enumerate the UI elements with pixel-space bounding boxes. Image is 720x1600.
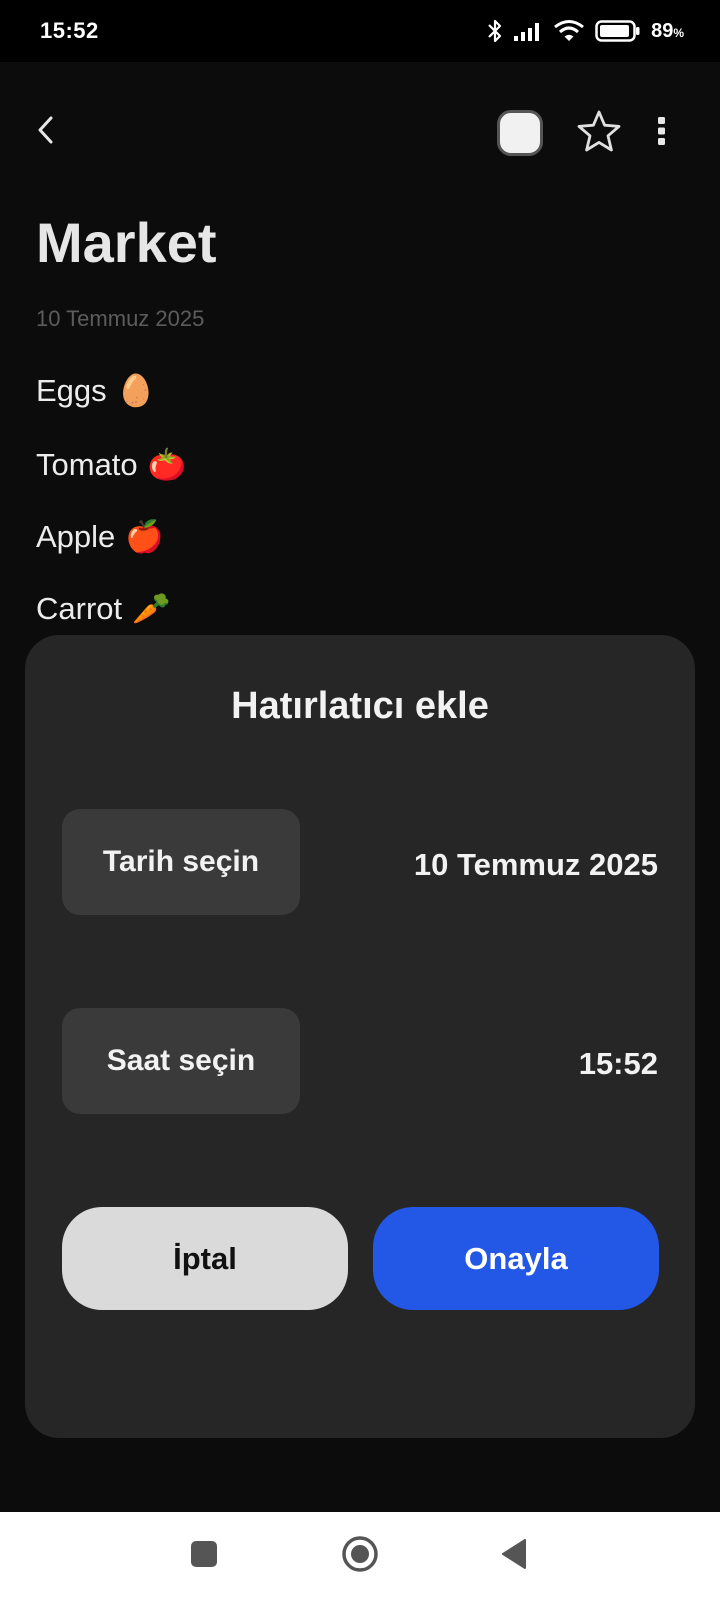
note-line-text: Apple xyxy=(36,518,116,554)
back-triangle-icon xyxy=(500,1538,528,1575)
more-vert-icon xyxy=(657,116,667,151)
recents-square-icon xyxy=(190,1540,218,1573)
back-arrow-icon xyxy=(35,114,57,151)
back-button[interactable] xyxy=(26,112,66,152)
app-bar xyxy=(0,100,720,164)
note-line-text: Eggs xyxy=(36,372,107,408)
nav-back-button[interactable] xyxy=(490,1532,538,1580)
battery-unit: % xyxy=(673,25,684,40)
home-button[interactable] xyxy=(336,1532,384,1580)
selected-time-value: 15:52 xyxy=(578,1046,658,1081)
note-title[interactable]: Market xyxy=(36,210,217,275)
status-bar: 15:52 89% xyxy=(0,0,720,62)
recents-button[interactable] xyxy=(180,1532,228,1580)
battery-percent: 89% xyxy=(651,20,684,43)
dialog-title: Hatırlatıcı ekle xyxy=(231,685,489,727)
apple-emoji: 🍎 xyxy=(125,519,164,554)
note-line[interactable]: Apple 🍎 xyxy=(36,518,164,555)
battery-icon xyxy=(595,19,641,43)
note-date: 10 Temmuz 2025 xyxy=(36,306,205,331)
star-icon xyxy=(576,109,622,158)
note-line[interactable]: Carrot 🥕 xyxy=(36,590,171,627)
battery-value: 89 xyxy=(651,19,674,42)
select-date-button[interactable]: Tarih seçin xyxy=(62,809,300,915)
cancel-button[interactable]: İptal xyxy=(62,1207,348,1310)
note-line[interactable]: Eggs 🥚 xyxy=(36,372,155,409)
tomato-emoji: 🍅 xyxy=(147,447,187,482)
bluetooth-icon xyxy=(487,18,503,44)
note-line-text: Carrot xyxy=(36,590,123,626)
note-line-text: Tomato xyxy=(36,446,138,482)
confirm-button[interactable]: Onayla xyxy=(373,1207,659,1310)
status-icons: 89% xyxy=(487,18,684,44)
note-color-button[interactable] xyxy=(497,110,543,156)
status-time: 15:52 xyxy=(40,18,99,43)
note-line[interactable]: Tomato 🍅 xyxy=(36,446,186,483)
wifi-icon xyxy=(553,19,585,43)
signal-icon xyxy=(513,20,543,42)
egg-emoji: 🥚 xyxy=(116,373,156,408)
system-nav-bar xyxy=(0,1512,720,1600)
select-time-button[interactable]: Saat seçin xyxy=(62,1008,300,1114)
selected-date-value: 10 Temmuz 2025 xyxy=(413,847,658,882)
reminder-dialog: Hatırlatıcı ekle Tarih seçin 10 Temmuz 2… xyxy=(25,635,695,1438)
home-circle-icon xyxy=(341,1535,379,1578)
favorite-button[interactable] xyxy=(574,108,624,158)
carrot-emoji: 🥕 xyxy=(132,591,171,626)
more-options-button[interactable] xyxy=(646,110,678,156)
